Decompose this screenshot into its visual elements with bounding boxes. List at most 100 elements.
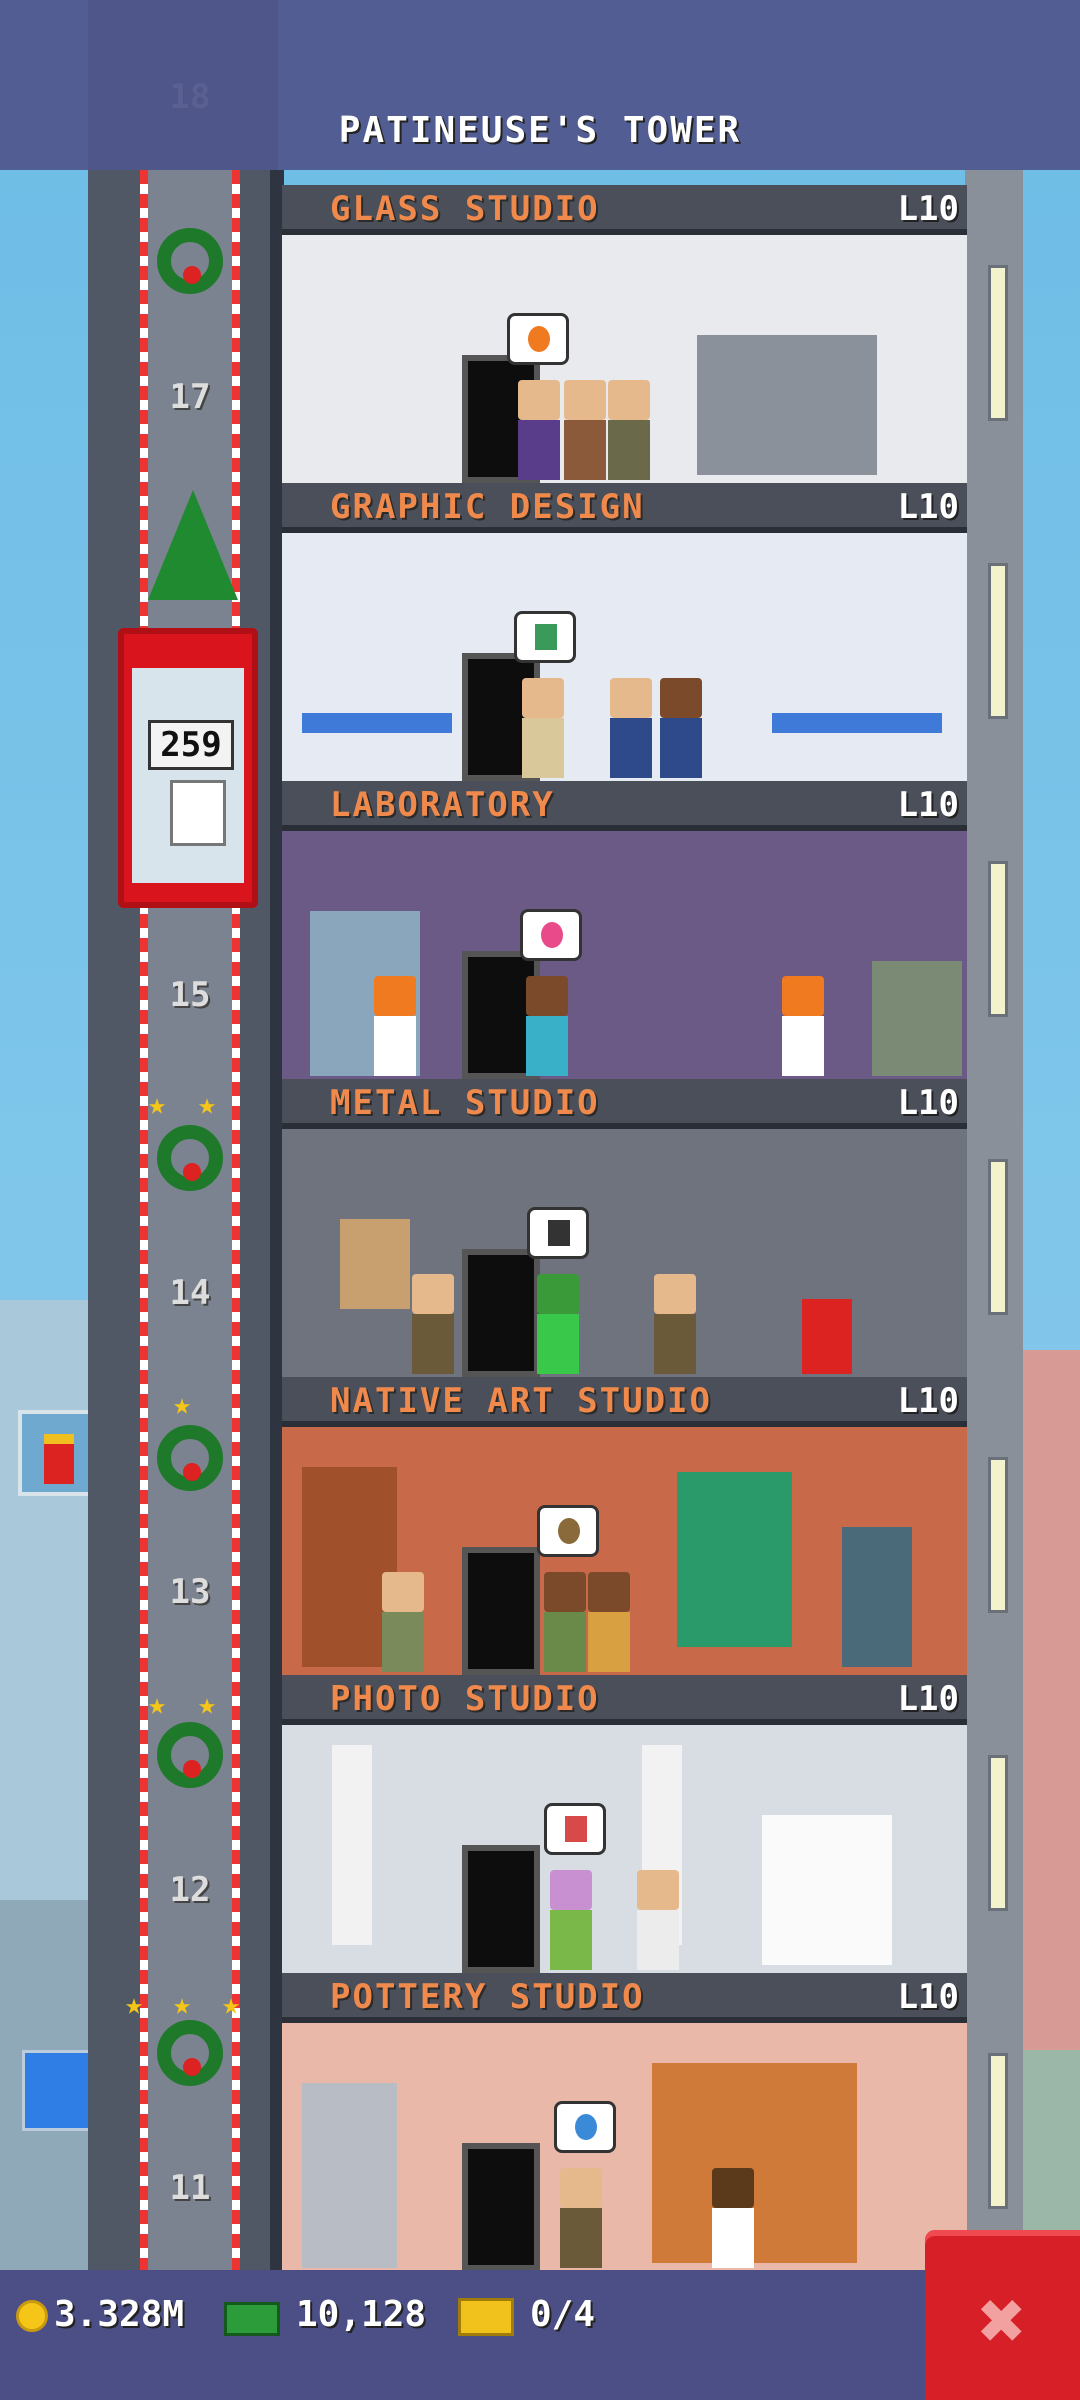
floor-native-art-studio[interactable]: NATIVE ART STUDIO L10 [282, 1377, 967, 1675]
floor-level: L10 [897, 1679, 959, 1719]
elevator-floor-number[interactable]: 11 [150, 2168, 230, 2208]
pottery-shelf [652, 2063, 857, 2263]
floor-level: L10 [897, 1977, 959, 2017]
glass-shelf [697, 335, 877, 475]
christmas-tree-icon [148, 490, 238, 600]
floor-room [282, 1725, 967, 1973]
bitizen[interactable] [588, 1572, 630, 1672]
coin-icon [16, 2300, 48, 2332]
star-icon: ★ [198, 1087, 217, 1122]
floor-header: POTTERY STUDIO L10 [282, 1973, 967, 2023]
bitizen[interactable] [526, 976, 568, 1076]
floor-level: L10 [897, 1083, 959, 1123]
photo-product-icon [565, 1816, 587, 1842]
bux-ticket-icon [458, 2298, 514, 2336]
floor-name: METAL STUDIO [330, 1083, 600, 1123]
floor-room [282, 2023, 967, 2270]
demand-bubble[interactable] [520, 909, 582, 961]
floor-header: LABORATORY L10 [282, 781, 967, 831]
bitizen[interactable] [374, 976, 416, 1076]
bitizen[interactable] [712, 2168, 754, 2268]
floor-header: GLASS STUDIO L10 [282, 185, 967, 235]
star-icon: ★ [148, 1687, 167, 1722]
basket-product-icon [558, 1518, 580, 1544]
demand-bubble[interactable] [537, 1505, 599, 1557]
floor-laboratory[interactable]: LABORATORY L10 [282, 781, 967, 1079]
floor-header: NATIVE ART STUDIO L10 [282, 1377, 967, 1427]
star-icon: ★ [173, 1387, 192, 1422]
bitizen[interactable] [518, 380, 560, 480]
floor-name: LABORATORY [330, 785, 555, 825]
window-light [988, 265, 1008, 421]
lab-robot [872, 961, 962, 1076]
bitizen[interactable] [522, 678, 564, 778]
bitizen[interactable] [782, 976, 824, 1076]
star-icon: ★ [222, 1987, 241, 2022]
cash-count[interactable]: 10,128 [296, 2294, 426, 2335]
floor-pottery-studio[interactable]: POTTERY STUDIO L10 [282, 1973, 967, 2270]
demand-bubble[interactable] [514, 611, 576, 663]
photo-backdrop [762, 1815, 892, 1965]
bitizen[interactable] [637, 1870, 679, 1970]
floor-name: PHOTO STUDIO [330, 1679, 600, 1719]
bux-progress[interactable]: 0/4 [530, 2294, 595, 2335]
coin-count[interactable]: 3.328M [54, 2294, 184, 2335]
elevator-floor-number[interactable]: 14 [150, 1273, 230, 1313]
blue-sign [22, 2050, 93, 2131]
bitizen[interactable] [608, 380, 650, 480]
demand-bubble[interactable] [507, 313, 569, 365]
demand-bubble[interactable] [544, 1803, 606, 1855]
robot-passenger-icon [170, 780, 226, 846]
potion-product-icon [541, 922, 563, 948]
window-light [988, 563, 1008, 719]
bitizen[interactable] [412, 1274, 454, 1374]
star-icon: ★ [125, 1987, 144, 2022]
bitizen[interactable] [660, 678, 702, 778]
bitizen[interactable] [654, 1274, 696, 1374]
star-icon: ★ [198, 1687, 217, 1722]
floor-glass-studio[interactable]: GLASS STUDIO L10 [282, 185, 967, 483]
bitizen[interactable] [382, 1572, 424, 1672]
column [332, 1745, 372, 1945]
floor-metal-studio[interactable]: METAL STUDIO L10 [282, 1079, 967, 1377]
floor-door [462, 1547, 540, 1675]
design-product-icon [535, 624, 557, 650]
floor-name: POTTERY STUDIO [330, 1977, 645, 2017]
desk [302, 713, 452, 733]
floor-room [282, 533, 967, 781]
floor-room [282, 1427, 967, 1675]
elevator-car-interior [132, 668, 244, 883]
elevator-floor-number[interactable]: 15 [150, 975, 230, 1015]
window-light [988, 1159, 1008, 1315]
tapestry [677, 1472, 792, 1647]
bitizen[interactable] [550, 1870, 592, 1970]
window-light [988, 861, 1008, 1017]
floor-room [282, 1129, 967, 1377]
floor-photo-studio[interactable]: PHOTO STUDIO L10 [282, 1675, 967, 1973]
elevator-floor-number[interactable]: 13 [150, 1572, 230, 1612]
demand-bubble[interactable] [527, 1207, 589, 1259]
wreath-decoration-icon [157, 1125, 223, 1191]
star-icon: ★ [173, 1987, 192, 2022]
demand-bubble[interactable] [554, 2101, 616, 2153]
red-machine [802, 1299, 852, 1374]
close-button[interactable]: ✖ [925, 2230, 1080, 2400]
floor-level: L10 [897, 1381, 959, 1421]
bitizen[interactable] [564, 380, 606, 480]
floor-graphic-design[interactable]: GRAPHIC DESIGN L10 [282, 483, 967, 781]
elevator-passenger-count: 259 [148, 720, 234, 770]
bitizen[interactable] [544, 1572, 586, 1672]
bitizen[interactable] [610, 678, 652, 778]
bitizen[interactable] [537, 1274, 579, 1374]
fries-icon [44, 1434, 74, 1484]
floor-level: L10 [897, 189, 959, 229]
bitizen[interactable] [560, 2168, 602, 2268]
elevator-floor-number[interactable]: 12 [150, 1870, 230, 1910]
elevator-shaft-inner [140, 170, 240, 2270]
wreath-decoration-icon [157, 2020, 223, 2086]
statue [842, 1527, 912, 1667]
tower-title[interactable]: PATINEUSE'S TOWER [0, 110, 1080, 151]
wreath-decoration-icon [157, 1722, 223, 1788]
elevator-floor-number[interactable]: 17 [150, 377, 230, 417]
window-light [988, 1457, 1008, 1613]
